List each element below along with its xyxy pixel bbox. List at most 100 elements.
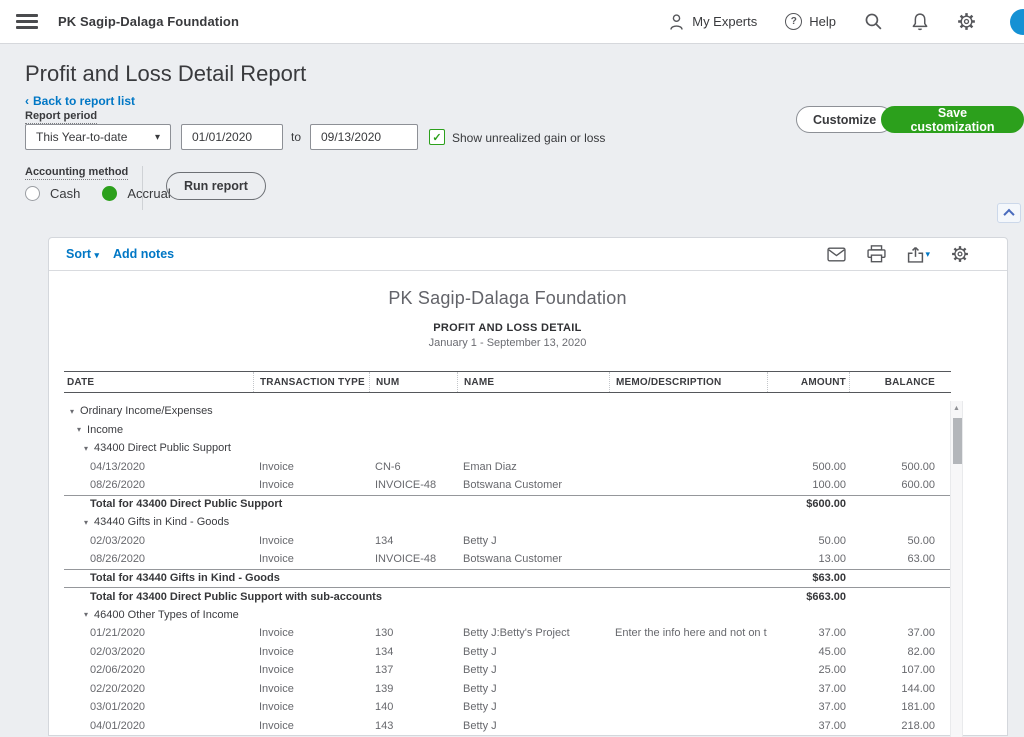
table-row[interactable]: 01/21/2020Invoice130Betty J:Betty's Proj…	[64, 624, 951, 643]
table-row[interactable]: 02/20/2020Invoice139Betty J37.00144.00	[64, 680, 951, 699]
my-experts-button[interactable]: My Experts	[668, 13, 757, 31]
column-header-amount: AMOUNT	[767, 372, 849, 392]
cell-num: 143	[369, 720, 457, 732]
run-report-button[interactable]: Run report	[166, 172, 266, 200]
cell-amount: 37.00	[767, 720, 849, 732]
report-table-body: ▾Ordinary Income/Expenses▾Income▾43400 D…	[64, 393, 951, 735]
cell-date: 04/13/2020	[64, 461, 253, 473]
notifications-button[interactable]	[911, 12, 929, 31]
cell-transaction-type: Invoice	[253, 627, 369, 639]
cell-name: Eman Diaz	[457, 461, 609, 473]
cell-name: Betty J	[457, 664, 609, 676]
email-icon[interactable]	[827, 247, 846, 262]
scrollbar-thumb[interactable]	[953, 418, 962, 464]
collapse-triangle-icon: ▾	[84, 518, 88, 527]
collapse-triangle-icon: ▾	[77, 425, 81, 434]
export-icon[interactable]: ▾	[907, 246, 930, 263]
group-row[interactable]: ▾46400 Other Types of Income	[64, 606, 951, 625]
cell-balance: 50.00	[849, 535, 946, 547]
navbar: PK Sagip-Dalaga Foundation My Experts ? …	[0, 0, 1024, 44]
cell-transaction-type: Invoice	[253, 720, 369, 732]
cell-num: CN-6	[369, 461, 457, 473]
table-row[interactable]: 04/01/2020Invoice143Betty J37.00218.00	[64, 717, 951, 736]
table-header-row: DATE TRANSACTION TYPE NUM NAME MEMO/DESC…	[64, 371, 951, 393]
cash-label[interactable]: Cash	[50, 186, 80, 201]
cell-date: 08/26/2020	[64, 553, 253, 565]
cell-amount: 13.00	[767, 553, 849, 565]
table-row[interactable]: 04/13/2020InvoiceCN-6Eman Diaz500.00500.…	[64, 458, 951, 477]
total-row: Total for 43400 Direct Public Support wi…	[64, 587, 951, 606]
menu-bar	[16, 26, 38, 29]
help-button[interactable]: ? Help	[785, 13, 836, 30]
chevron-down-icon: ▾	[94, 250, 99, 260]
report-settings-gear-icon[interactable]	[951, 245, 969, 263]
group-row[interactable]: ▾43400 Direct Public Support	[64, 439, 951, 458]
collapse-triangle-icon: ▾	[70, 407, 74, 416]
group-row[interactable]: ▾Ordinary Income/Expenses	[64, 402, 951, 421]
cell-date: 02/20/2020	[64, 683, 253, 695]
table-row[interactable]: 02/03/2020Invoice134Betty J45.0082.00	[64, 643, 951, 662]
cell-num: INVOICE-48	[369, 479, 457, 491]
cell-balance: 63.00	[849, 553, 946, 565]
report-card: Sort ▾ Add notes ▾ PK Sagip-Dalaga Found…	[48, 237, 1008, 736]
add-notes-link[interactable]: Add notes	[113, 247, 174, 261]
accrual-label[interactable]: Accrual	[127, 186, 170, 201]
check-icon: ✓	[432, 131, 441, 144]
date-to-input[interactable]: 09/13/2020	[310, 124, 418, 150]
cell-transaction-type: Invoice	[253, 461, 369, 473]
print-icon[interactable]	[867, 245, 886, 263]
chevron-down-icon: ▾	[925, 249, 930, 260]
report-period-select[interactable]: This Year-to-date ▾	[25, 124, 171, 150]
column-header-date: DATE	[64, 372, 253, 392]
user-avatar[interactable]	[1010, 9, 1024, 35]
group-row[interactable]: ▾Income	[64, 421, 951, 440]
table-row[interactable]: 02/06/2020Invoice137Betty J25.00107.00	[64, 661, 951, 680]
cell-balance: 144.00	[849, 683, 946, 695]
cell-balance: 107.00	[849, 664, 946, 676]
help-mark: ?	[791, 16, 797, 27]
toolbar-icons: ▾	[827, 245, 969, 263]
group-label: 43400 Direct Public Support	[94, 442, 231, 454]
collapse-header-button[interactable]	[997, 203, 1021, 223]
scrollbar-up-arrow[interactable]: ▲	[951, 401, 962, 412]
collapse-triangle-icon: ▾	[84, 610, 88, 619]
show-unrealized-label: Show unrealized gain or loss	[452, 131, 605, 145]
total-label: Total for 43400 Direct Public Support	[64, 498, 767, 510]
cell-name: Betty J	[457, 720, 609, 732]
group-row[interactable]: ▾43440 Gifts in Kind - Goods	[64, 513, 951, 532]
accrual-radio[interactable]	[102, 186, 117, 201]
cash-radio[interactable]	[25, 186, 40, 201]
cell-transaction-type: Invoice	[253, 553, 369, 565]
search-button[interactable]	[864, 12, 883, 31]
table-row[interactable]: 03/01/2020Invoice140Betty J37.00181.00	[64, 698, 951, 717]
cell-num: INVOICE-48	[369, 553, 457, 565]
cell-name: Betty J	[457, 535, 609, 547]
hamburger-menu-icon[interactable]	[16, 14, 38, 29]
navbar-right: My Experts ? Help	[668, 9, 1024, 35]
date-from-input[interactable]: 01/01/2020	[181, 124, 283, 150]
column-header-transaction-type: TRANSACTION TYPE	[253, 372, 369, 392]
cell-amount: 37.00	[767, 683, 849, 695]
cell-balance: 181.00	[849, 701, 946, 713]
cell-name: Betty J	[457, 701, 609, 713]
customize-button[interactable]: Customize	[796, 106, 893, 133]
report-company-name: PK Sagip-Dalaga Foundation	[64, 288, 951, 309]
report-title: PROFIT AND LOSS DETAIL	[64, 322, 951, 334]
cell-num: 130	[369, 627, 457, 639]
vertical-scrollbar[interactable]: ▲	[950, 401, 963, 737]
show-unrealized-checkbox[interactable]: ✓	[429, 129, 445, 145]
cell-amount: 25.00	[767, 664, 849, 676]
cell-transaction-type: Invoice	[253, 701, 369, 713]
cell-date: 01/21/2020	[64, 627, 253, 639]
help-icon: ?	[785, 13, 802, 30]
cell-num: 139	[369, 683, 457, 695]
sort-dropdown[interactable]: Sort ▾	[66, 247, 99, 261]
table-row[interactable]: 08/26/2020InvoiceINVOICE-48Botswana Cust…	[64, 476, 951, 495]
cell-transaction-type: Invoice	[253, 646, 369, 658]
settings-button[interactable]	[957, 12, 976, 31]
save-customization-button[interactable]: Save customization	[881, 106, 1024, 133]
company-name: PK Sagip-Dalaga Foundation	[58, 14, 239, 29]
table-row[interactable]: 02/03/2020Invoice134Betty J50.0050.00	[64, 532, 951, 551]
table-row[interactable]: 08/26/2020InvoiceINVOICE-48Botswana Cust…	[64, 550, 951, 569]
total-label: Total for 43400 Direct Public Support wi…	[64, 591, 767, 603]
